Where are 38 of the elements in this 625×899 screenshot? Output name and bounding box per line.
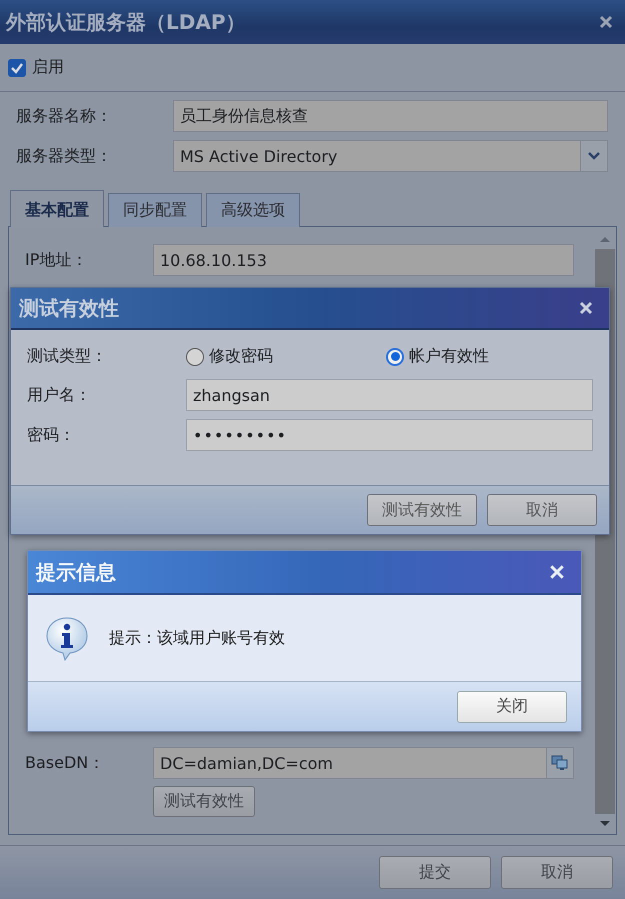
- dialog-button[interactable]: 测试有效性: [367, 494, 477, 526]
- browse-button[interactable]: [546, 748, 573, 778]
- chevron-down-icon: [588, 152, 600, 160]
- close-icon[interactable]: [579, 301, 593, 315]
- tab[interactable]: 基本配置: [10, 190, 104, 227]
- server-name-field[interactable]: 员工身份信息核查: [173, 100, 608, 132]
- field-label: 测试类型：: [27, 346, 108, 367]
- dialog-button[interactable]: 取消: [487, 494, 597, 526]
- tab[interactable]: 同步配置: [108, 193, 202, 227]
- field-label: 服务器类型：: [16, 146, 113, 166]
- password-field[interactable]: •••••••••: [186, 419, 593, 451]
- scroll-down-icon[interactable]: [599, 820, 611, 828]
- radio-button[interactable]: [386, 348, 404, 366]
- enable-checkbox[interactable]: [8, 58, 26, 76]
- field-label: 服务器名称：: [16, 106, 113, 126]
- ip-field[interactable]: 10.68.10.153: [153, 244, 574, 276]
- close-icon[interactable]: [599, 15, 613, 29]
- server-type-dropdown[interactable]: MS Active Directory: [173, 140, 608, 172]
- radio-button[interactable]: [186, 348, 204, 366]
- radio-option[interactable]: 修改密码: [186, 346, 386, 367]
- field-label: 密码：: [27, 424, 76, 446]
- dialog-title: 提示信息: [36, 558, 116, 586]
- monitors-icon: [551, 755, 569, 771]
- footer-button[interactable]: 取消: [501, 856, 613, 889]
- window-title: 外部认证服务器（LDAP）: [6, 8, 246, 36]
- field-label: IP地址：: [25, 250, 88, 270]
- tab[interactable]: 高级选项: [206, 193, 300, 227]
- radio-option[interactable]: 帐户有效性: [386, 346, 586, 367]
- enable-label: 启用: [32, 57, 64, 78]
- message-text: 提示：该域用户账号有效: [109, 628, 285, 648]
- username-field[interactable]: zhangsan: [186, 379, 593, 411]
- close-button[interactable]: 关闭: [457, 690, 567, 722]
- field-label: BaseDN：: [25, 752, 106, 774]
- test-validity-button[interactable]: 测试有效性: [153, 786, 255, 817]
- footer-button[interactable]: 提交: [379, 856, 491, 889]
- dialog-title: 测试有效性: [19, 294, 119, 322]
- field-label: 用户名：: [27, 384, 92, 406]
- basedn-field[interactable]: DC=damian,DC=com: [153, 747, 574, 779]
